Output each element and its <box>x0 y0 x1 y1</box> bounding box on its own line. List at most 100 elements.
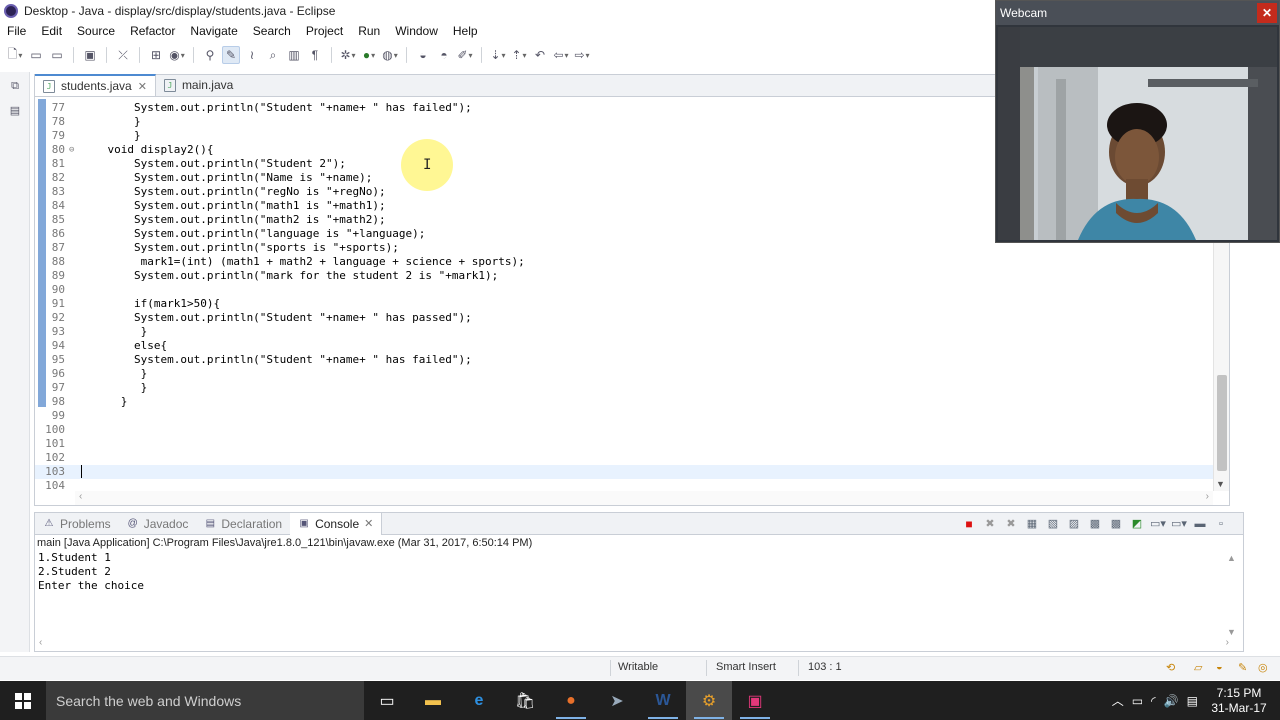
code-line[interactable]: 102 <box>35 451 1213 465</box>
menu-window[interactable]: Window <box>388 24 446 38</box>
console-output[interactable]: 1.Student 1 2.Student 2 Enter the choice <box>35 551 1243 593</box>
menu-help[interactable]: Help <box>446 24 486 38</box>
code-line[interactable]: 90 <box>35 283 1213 297</box>
open-console-icon[interactable]: ▭▾ <box>1171 516 1187 532</box>
menu-edit[interactable]: Edit <box>34 24 70 38</box>
tab-problems[interactable]: ⚠ Problems <box>35 513 119 535</box>
menu-refactor[interactable]: Refactor <box>123 24 183 38</box>
editor-horizontal-scrollbar[interactable]: ‹ › <box>75 491 1213 505</box>
firefox-icon[interactable]: ● <box>548 681 594 720</box>
menu-navigate[interactable]: Navigate <box>183 24 245 38</box>
remove-launch-icon[interactable]: ✖ <box>982 516 998 532</box>
tab-console[interactable]: ▣ Console ✕ <box>290 512 383 535</box>
annotation-icon[interactable]: ✐ <box>456 46 474 64</box>
show-on-stdout-icon[interactable]: ▩ <box>1087 516 1103 532</box>
scroll-down-icon[interactable]: ▼ <box>1216 479 1225 489</box>
scrollbar-thumb[interactable] <box>1217 375 1227 471</box>
taskbar-clock[interactable]: 7:15 PM 31-Mar-17 <box>1206 686 1272 716</box>
menu-project[interactable]: Project <box>299 24 351 38</box>
search-icon[interactable]: ⌕ <box>264 46 282 64</box>
task-view-icon[interactable]: ▭ <box>364 681 410 720</box>
scroll-down-icon[interactable]: ▼ <box>1227 627 1236 637</box>
menu-source[interactable]: Source <box>70 24 123 38</box>
package-explorer-icon[interactable]: ▤ <box>6 104 24 120</box>
menu-file[interactable]: File <box>0 24 34 38</box>
code-line[interactable]: 93 } <box>35 325 1213 339</box>
close-icon[interactable]: ✕ <box>1257 3 1277 23</box>
volume-icon[interactable]: 🔊 <box>1164 694 1179 708</box>
scroll-up-icon[interactable]: ▲ <box>1227 553 1236 563</box>
forward-icon[interactable]: ⇨ <box>573 46 591 64</box>
code-line[interactable]: 103 <box>35 465 1213 479</box>
code-line[interactable]: 98 } <box>35 395 1213 409</box>
code-line[interactable]: 97 } <box>35 381 1213 395</box>
scroll-right-icon[interactable]: › <box>1206 491 1209 502</box>
toggle-breadcrumb-icon[interactable]: ≀ <box>243 46 261 64</box>
code-line[interactable]: 104 <box>35 479 1213 491</box>
open-folder-icon[interactable]: ◒ <box>414 46 432 64</box>
battery-icon[interactable]: ▭ <box>1132 694 1143 708</box>
wifi-icon[interactable]: ◜ <box>1151 694 1156 708</box>
terminate-icon[interactable]: ■ <box>961 516 977 532</box>
webcam-title-bar[interactable]: Webcam ✕ <box>996 1 1279 25</box>
toggle-mark-occurrences-icon[interactable]: ✎ <box>222 46 240 64</box>
webcam-window[interactable]: Webcam ✕ <box>995 0 1280 243</box>
terminal-icon[interactable]: ▣ <box>81 46 99 64</box>
back-icon[interactable]: ⇦ <box>552 46 570 64</box>
restore-icon[interactable]: ⧉ <box>6 80 24 96</box>
run-icon[interactable]: ● <box>360 46 378 64</box>
close-tab-icon[interactable]: ✕ <box>364 517 373 530</box>
new-java-package-icon[interactable]: ⊞ <box>147 46 165 64</box>
notification-icon[interactable]: ◒ <box>1216 661 1223 673</box>
maximize-icon[interactable]: ▫ <box>1213 516 1229 532</box>
pen-icon[interactable]: ✎ <box>1238 661 1247 674</box>
recorder-icon[interactable]: ▣ <box>732 681 778 720</box>
show-on-stderr-icon[interactable]: ▩ <box>1108 516 1124 532</box>
menu-run[interactable]: Run <box>351 24 388 38</box>
show-whitespace-icon[interactable]: ¶ <box>306 46 324 64</box>
console-vertical-scrollbar[interactable]: ▲ ▼ <box>1225 553 1239 637</box>
code-line[interactable]: 94 else{ <box>35 339 1213 353</box>
code-line[interactable]: 89 System.out.println("mark for the stud… <box>35 269 1213 283</box>
close-tab-icon[interactable]: ✕ <box>138 80 147 93</box>
editor-tab-main[interactable]: Jmain.java <box>156 74 241 96</box>
word-wrap-icon[interactable]: ▨ <box>1066 516 1082 532</box>
eclipse-taskbar-icon[interactable]: ⚙ <box>686 681 732 720</box>
minimize-icon[interactable]: ▬ <box>1192 516 1208 532</box>
task-icon[interactable]: ▱ <box>1194 661 1202 674</box>
chevron-up-icon[interactable]: ︿ <box>1112 692 1124 709</box>
open-task-icon[interactable]: ◓ <box>435 46 453 64</box>
menu-search[interactable]: Search <box>246 24 299 38</box>
last-edit-location-icon[interactable]: ↶ <box>531 46 549 64</box>
display-console-icon[interactable]: ▭▾ <box>1150 516 1166 532</box>
code-line[interactable]: 87 System.out.println("sports is "+sport… <box>35 241 1213 255</box>
coverage-icon[interactable]: ◍ <box>381 46 399 64</box>
tab-declaration[interactable]: ▤ Declaration <box>196 513 290 535</box>
progress-icon[interactable]: ◎ <box>1258 661 1268 674</box>
edge-icon[interactable]: e <box>456 681 502 720</box>
taskbar-search-box[interactable]: Search the web and Windows <box>46 681 364 720</box>
console-horizontal-scrollbar[interactable]: ‹ › <box>39 637 1229 649</box>
next-annotation-icon[interactable]: ⇣ <box>489 46 507 64</box>
save-all-icon[interactable]: ▭ <box>48 46 66 64</box>
tab-javadoc[interactable]: @ Javadoc <box>119 513 197 535</box>
previous-annotation-icon[interactable]: ⇡ <box>510 46 528 64</box>
store-icon[interactable]: 🛍 <box>502 681 548 720</box>
windows-start-button[interactable] <box>0 681 46 720</box>
code-line[interactable]: 92 System.out.println("Student "+name+ "… <box>35 311 1213 325</box>
pin-console-icon[interactable]: ◩ <box>1129 516 1145 532</box>
new-icon[interactable]: 🗋 <box>6 46 24 64</box>
app-arrow-icon[interactable]: ➤ <box>594 681 640 720</box>
word-icon[interactable]: W <box>640 681 686 720</box>
editor-tab-students[interactable]: Jstudents.java ✕ <box>35 74 156 96</box>
block-selection-icon[interactable]: ▥ <box>285 46 303 64</box>
debug-icon[interactable]: ✲ <box>339 46 357 64</box>
code-line[interactable]: 91 if(mark1>50){ <box>35 297 1213 311</box>
open-type-icon[interactable]: ⚲ <box>201 46 219 64</box>
code-line[interactable]: 99 <box>35 409 1213 423</box>
code-line[interactable]: 96 } <box>35 367 1213 381</box>
save-icon[interactable]: ▭ <box>27 46 45 64</box>
scroll-lock-icon[interactable]: ▧ <box>1045 516 1061 532</box>
trim-icon[interactable]: ⟲ <box>1166 661 1175 674</box>
code-line[interactable]: 95 System.out.println("Student "+name+ "… <box>35 353 1213 367</box>
